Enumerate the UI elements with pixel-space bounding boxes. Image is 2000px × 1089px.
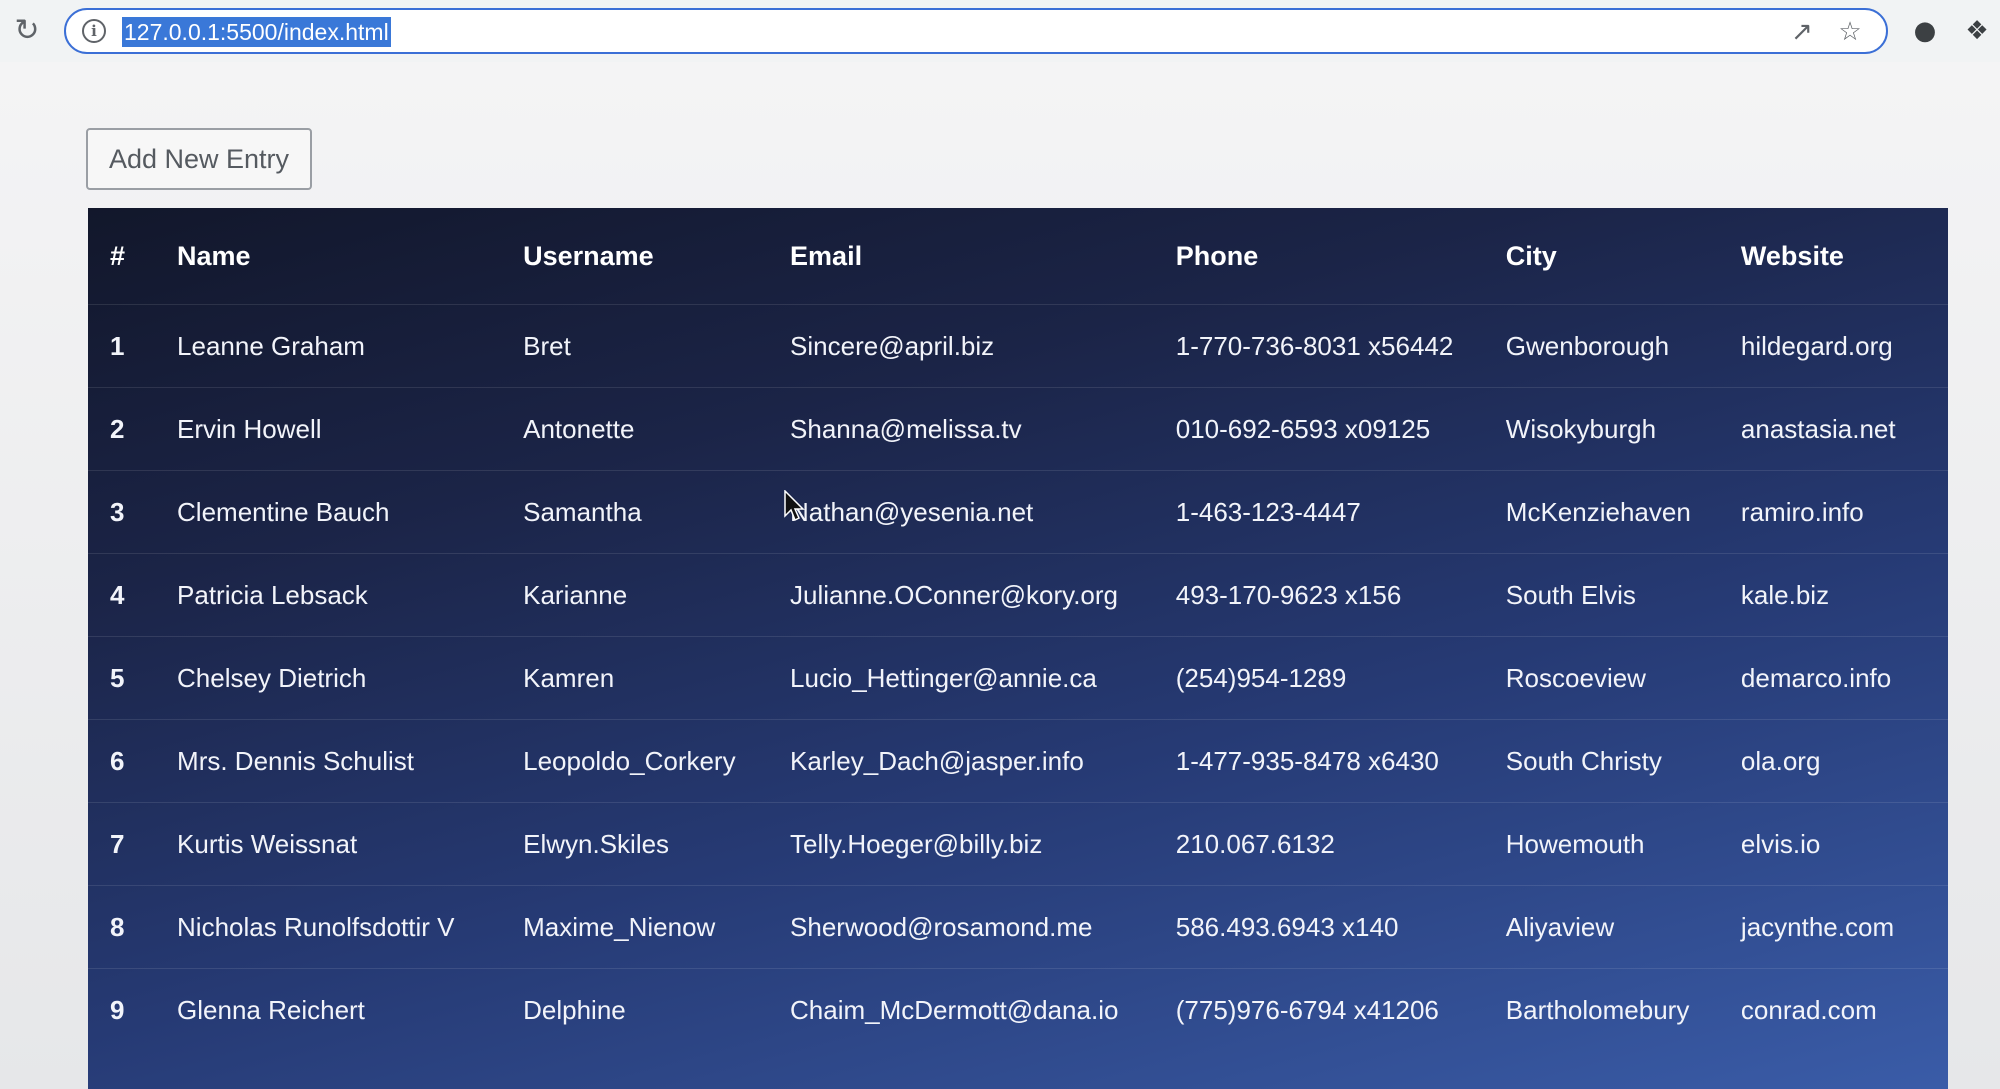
cell-email: Sincere@april.biz — [790, 304, 1176, 388]
cell-name: Mrs. Dennis Schulist — [177, 719, 524, 803]
cell-city: Roscoeview — [1505, 636, 1741, 720]
table-row[interactable]: 7 Kurtis Weissnat Elwyn.Skiles Telly.Hoe… — [88, 802, 1948, 886]
users-table-container: # Name Username Email Phone City Website… — [88, 208, 1948, 1089]
cell-email: Sherwood@rosamond.me — [790, 885, 1176, 969]
cell-phone: 210.067.6132 — [1175, 802, 1506, 886]
header-phone: Phone — [1175, 240, 1259, 271]
table-row[interactable]: 4 Patricia Lebsack Karianne Julianne.OCo… — [88, 553, 1948, 637]
table-row[interactable]: 9 Glenna Reichert Delphine Chaim_McDermo… — [88, 968, 1948, 1051]
cell-username: Maxime_Nienow — [523, 885, 791, 969]
url-text[interactable]: 127.0.0.1:5500/index.html — [122, 17, 391, 47]
cell-id: 8 — [88, 885, 178, 969]
cell-username: Bret — [523, 304, 791, 388]
cell-email: Julianne.OConner@kory.org — [790, 553, 1176, 637]
cell-website: demarco.info — [1740, 636, 1948, 720]
cell-city: Gwenborough — [1505, 304, 1741, 388]
header-name: Name — [177, 240, 251, 271]
cell-id: 4 — [88, 553, 178, 637]
cell-name: Glenna Reichert — [177, 968, 524, 1051]
cell-id: 9 — [88, 968, 178, 1051]
cell-website: ola.org — [1740, 719, 1948, 803]
cell-id: 6 — [88, 719, 178, 803]
cell-city: Bartholomebury — [1505, 968, 1741, 1051]
cell-website: kale.biz — [1740, 553, 1948, 637]
cell-city: Wisokyburgh — [1505, 387, 1741, 471]
header-city: City — [1505, 240, 1557, 271]
cell-phone: 493-170-9623 x156 — [1175, 553, 1506, 637]
cell-email: Shanna@melissa.tv — [790, 387, 1176, 471]
add-new-entry-button[interactable]: Add New Entry — [86, 128, 312, 190]
cell-city: Aliyaview — [1505, 885, 1741, 969]
cell-email: Telly.Hoeger@billy.biz — [790, 802, 1176, 886]
cell-website: jacynthe.com — [1740, 885, 1948, 969]
table-row[interactable]: 6 Mrs. Dennis Schulist Leopoldo_Corkery … — [88, 719, 1948, 803]
star-icon[interactable]: ☆ — [1834, 16, 1866, 48]
cell-email: Karley_Dach@jasper.info — [790, 719, 1176, 803]
cell-city: South Christy — [1505, 719, 1741, 803]
cell-username: Kamren — [523, 636, 791, 720]
cell-name: Nicholas Runolfsdottir V — [177, 885, 524, 969]
header-website: Website — [1740, 240, 1844, 271]
info-icon[interactable]: i — [82, 19, 106, 43]
users-table: # Name Username Email Phone City Website… — [88, 208, 1948, 1051]
cell-name: Ervin Howell — [177, 387, 524, 471]
reload-icon[interactable]: ↻ — [10, 14, 44, 48]
cell-username: Elwyn.Skiles — [523, 802, 791, 886]
cell-phone: (775)976-6794 x41206 — [1175, 968, 1506, 1051]
cell-email: Lucio_Hettinger@annie.ca — [790, 636, 1176, 720]
cell-name: Kurtis Weissnat — [177, 802, 524, 886]
cell-name: Patricia Lebsack — [177, 553, 524, 637]
cell-phone: 1-463-123-4447 — [1175, 470, 1506, 554]
cell-website: conrad.com — [1740, 968, 1948, 1051]
header-number: # — [110, 240, 126, 271]
cell-id: 3 — [88, 470, 178, 554]
table-header-row: # Name Username Email Phone City Website — [88, 208, 1948, 305]
table-row[interactable]: 3 Clementine Bauch Samantha Nathan@yesen… — [88, 470, 1948, 554]
cell-phone: 1-477-935-8478 x6430 — [1175, 719, 1506, 803]
puzzle-icon[interactable]: ❖ — [1960, 14, 1994, 48]
table-row[interactable]: 8 Nicholas Runolfsdottir V Maxime_Nienow… — [88, 885, 1948, 969]
mouse-pointer-icon — [784, 490, 805, 522]
extension-icon[interactable]: ● — [1908, 14, 1942, 48]
cell-email: Nathan@yesenia.net — [790, 470, 1176, 554]
page-content: Add New Entry # Name Username Email Phon… — [0, 62, 2000, 1089]
header-username: Username — [523, 240, 654, 271]
table-row[interactable]: 5 Chelsey Dietrich Kamren Lucio_Hettinge… — [88, 636, 1948, 720]
header-email: Email — [790, 240, 863, 271]
cell-email: Chaim_McDermott@dana.io — [790, 968, 1176, 1051]
cell-id: 1 — [88, 304, 178, 388]
cell-username: Delphine — [523, 968, 791, 1051]
cell-website: anastasia.net — [1740, 387, 1948, 471]
cell-username: Antonette — [523, 387, 791, 471]
table-row[interactable]: 1 Leanne Graham Bret Sincere@april.biz 1… — [88, 304, 1948, 388]
cell-username: Leopoldo_Corkery — [523, 719, 791, 803]
table-row[interactable]: 2 Ervin Howell Antonette Shanna@melissa.… — [88, 387, 1948, 471]
cell-username: Samantha — [523, 470, 791, 554]
cell-city: South Elvis — [1505, 553, 1741, 637]
cell-phone: (254)954-1289 — [1175, 636, 1506, 720]
cell-id: 5 — [88, 636, 178, 720]
cell-phone: 1-770-736-8031 x56442 — [1175, 304, 1506, 388]
cell-website: ramiro.info — [1740, 470, 1948, 554]
cell-name: Leanne Graham — [177, 304, 524, 388]
cell-phone: 010-692-6593 x09125 — [1175, 387, 1506, 471]
cell-website: hildegard.org — [1740, 304, 1948, 388]
cell-username: Karianne — [523, 553, 791, 637]
cell-website: elvis.io — [1740, 802, 1948, 886]
cell-id: 2 — [88, 387, 178, 471]
address-bar[interactable]: i 127.0.0.1:5500/index.html ↗ ☆ — [64, 8, 1888, 54]
cell-id: 7 — [88, 802, 178, 886]
cell-name: Chelsey Dietrich — [177, 636, 524, 720]
share-icon[interactable]: ↗ — [1786, 16, 1818, 48]
cell-city: Howemouth — [1505, 802, 1741, 886]
cell-name: Clementine Bauch — [177, 470, 524, 554]
cell-phone: 586.493.6943 x140 — [1175, 885, 1506, 969]
browser-toolbar: ↻ i 127.0.0.1:5500/index.html ↗ ☆ ● ❖ — [0, 0, 2000, 63]
cell-city: McKenziehaven — [1505, 470, 1741, 554]
